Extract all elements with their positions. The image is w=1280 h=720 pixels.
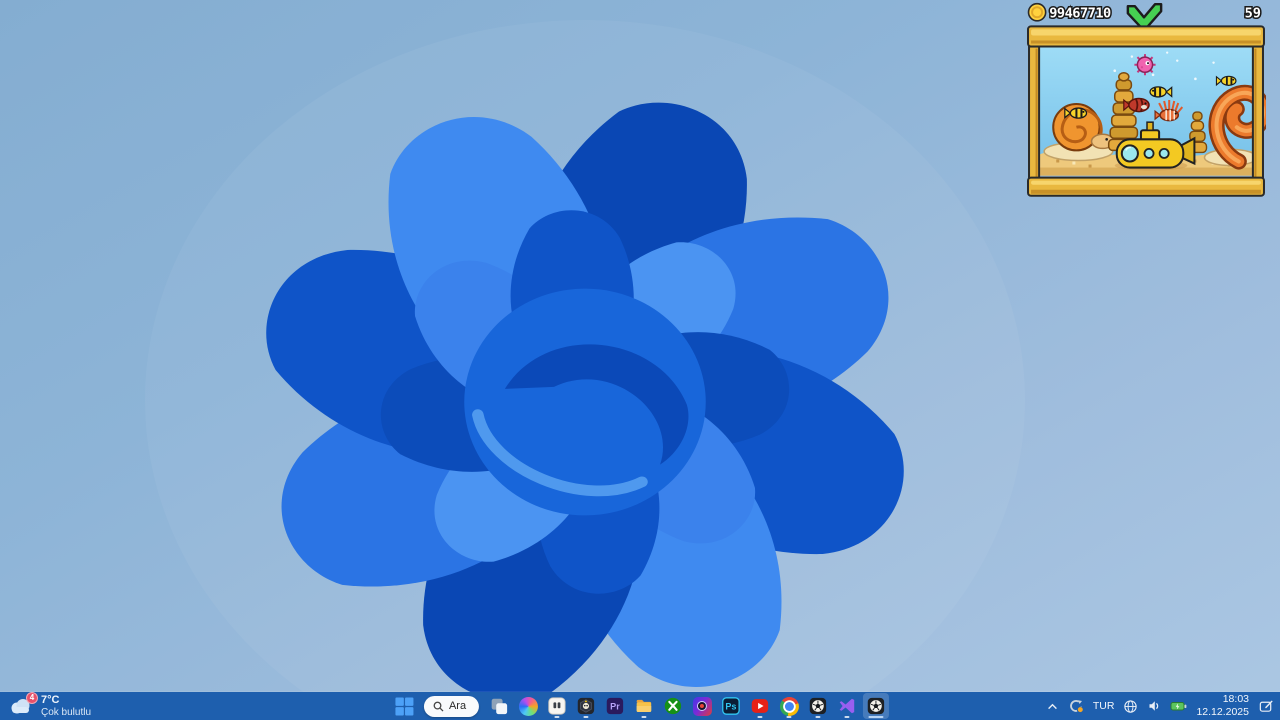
search-box[interactable]: Ara	[423, 695, 480, 717]
tray-overflow-button[interactable]	[1046, 700, 1059, 713]
photoshop-icon: Ps	[722, 697, 740, 715]
weather-widget[interactable]: 4 7°C Çok bulutlu	[8, 691, 92, 718]
copilot-button[interactable]	[515, 693, 541, 719]
clock[interactable]: 18:03 12.12.2025	[1196, 693, 1249, 718]
app-ball-game[interactable]	[805, 693, 831, 719]
pufferfish	[1134, 54, 1156, 76]
language-indicator[interactable]: TUR	[1093, 700, 1115, 712]
sync-icon	[1069, 700, 1084, 714]
sync-status-button[interactable]	[1068, 698, 1084, 714]
app-xbox[interactable]	[660, 693, 686, 719]
app-photoshop[interactable]: Ps	[718, 693, 744, 719]
cloud-icon: 4	[8, 691, 38, 716]
svg-text:Pr: Pr	[610, 702, 620, 712]
ball-game-icon	[809, 697, 827, 715]
chevron-up-icon	[1047, 703, 1057, 709]
weather-alert-badge: 4	[26, 691, 38, 704]
white-game-icon	[548, 697, 566, 715]
svg-text:Ps: Ps	[726, 702, 737, 712]
app-white-game[interactable]	[544, 693, 570, 719]
app-gradient-circle[interactable]	[689, 693, 715, 719]
visual-studio-icon	[839, 698, 855, 714]
folder-icon	[636, 699, 652, 712]
search-icon	[433, 701, 444, 712]
search-placeholder: Ara	[448, 700, 467, 712]
desktop: 99467710 59 4 7°C Çok bulutlu Ara Pr Ps …	[0, 0, 1280, 720]
ball-game-icon	[867, 697, 885, 715]
aquarium-game-window[interactable]: 99467710 59	[1026, 0, 1272, 202]
task-view-button[interactable]	[486, 693, 512, 719]
app-file-explorer[interactable]	[631, 693, 657, 719]
tray-date: 12.12.2025	[1196, 706, 1249, 718]
start-button[interactable]	[391, 693, 417, 719]
taskbar: 4 7°C Çok bulutlu Ara Pr Ps TUR 18:03 12…	[0, 691, 1280, 720]
globe-network-icon	[1124, 699, 1138, 713]
premiere-icon: Pr	[606, 697, 624, 715]
coin-icon	[1027, 2, 1047, 22]
battery-button[interactable]	[1170, 699, 1187, 713]
chrome-icon	[779, 696, 799, 716]
app-ball-game-active[interactable]	[863, 693, 890, 719]
app-hex-game[interactable]	[573, 693, 599, 719]
speaker-icon	[1149, 701, 1159, 711]
app-youtube[interactable]	[747, 693, 773, 719]
notification-center-button[interactable]	[1258, 698, 1274, 714]
battery-charging-icon	[1170, 702, 1187, 711]
pen-notification-icon	[1259, 700, 1273, 712]
weather-temperature: 7°C	[41, 693, 60, 706]
tray-time: 18:03	[1222, 693, 1249, 706]
network-button[interactable]	[1123, 699, 1138, 714]
hex-game-icon	[577, 697, 595, 715]
windows-logo-icon	[394, 697, 413, 715]
weather-condition: Çok bulutlu	[41, 706, 92, 718]
youtube-icon	[751, 699, 769, 713]
volume-button[interactable]	[1147, 699, 1161, 713]
coin-counter: 99467710	[1049, 5, 1111, 21]
gradient-circle-app-icon	[692, 696, 712, 716]
task-view-icon	[491, 698, 508, 715]
app-visual-studio[interactable]	[834, 693, 860, 719]
level-counter: 59	[1245, 5, 1261, 21]
app-premiere[interactable]: Pr	[602, 693, 628, 719]
app-chrome[interactable]	[776, 693, 802, 719]
xbox-icon	[664, 697, 682, 715]
copilot-icon	[518, 696, 538, 716]
check-icon	[1126, 2, 1163, 30]
